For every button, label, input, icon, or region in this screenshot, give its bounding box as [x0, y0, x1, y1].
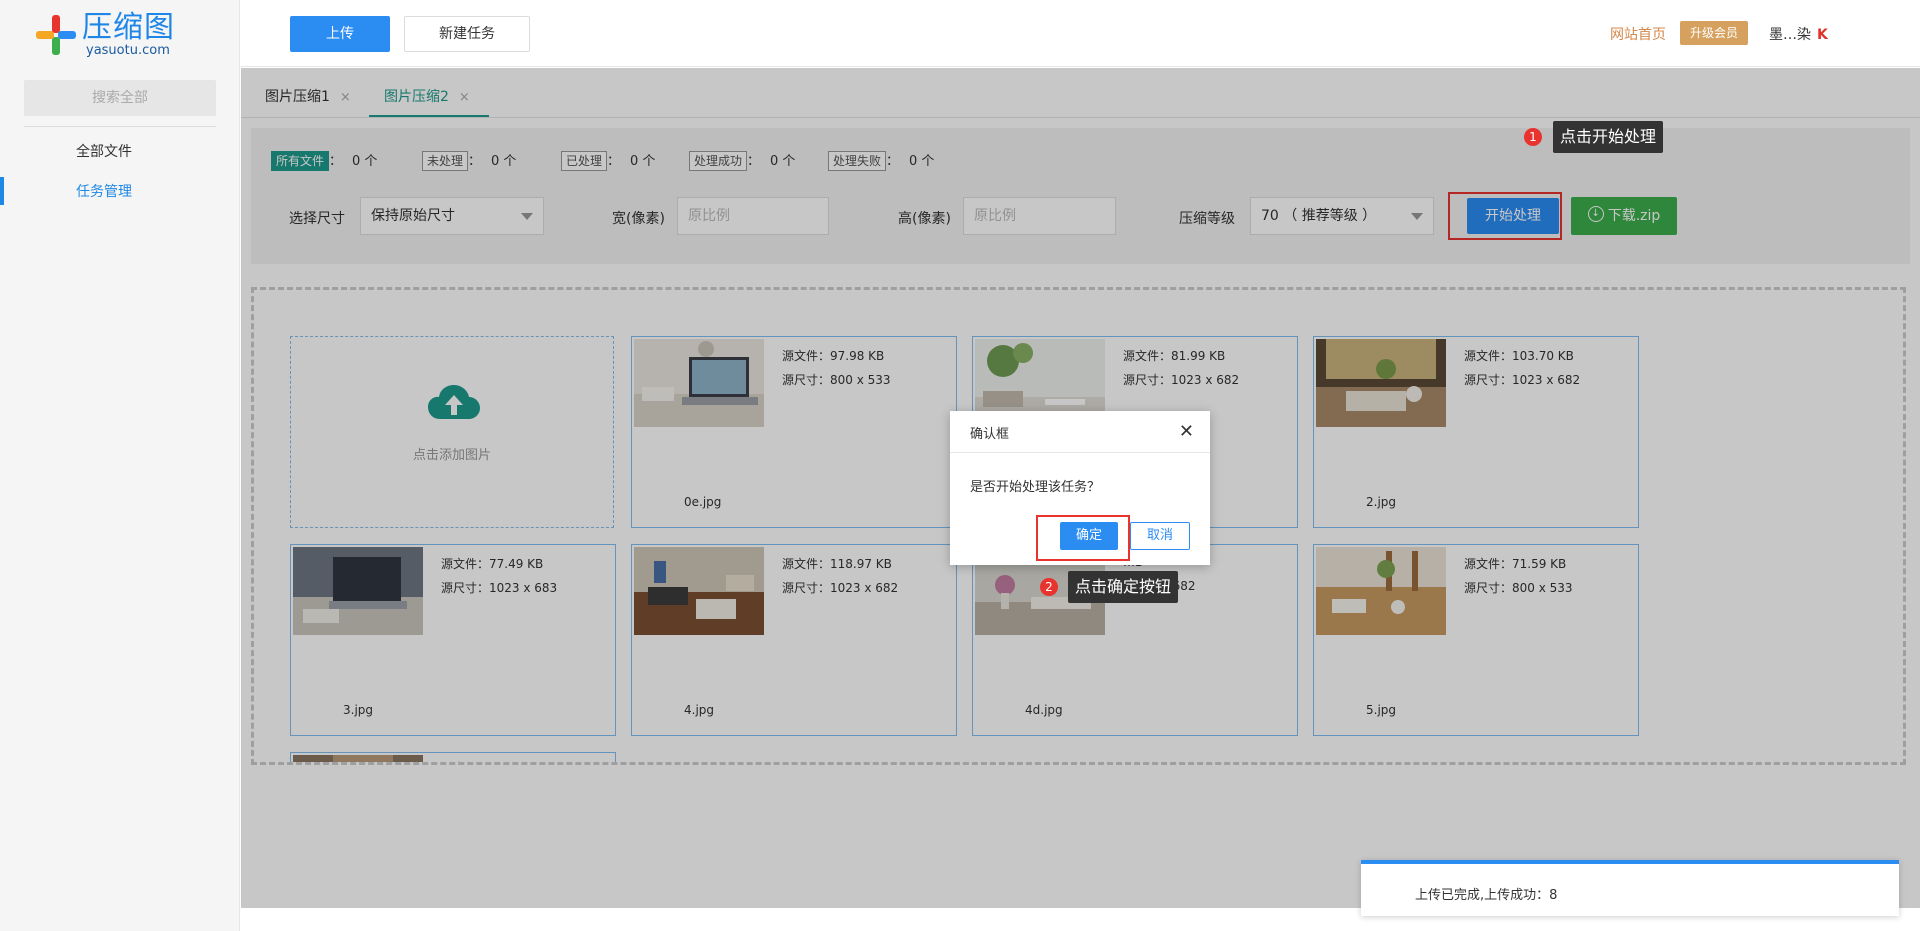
sidebar-divider: [24, 126, 216, 127]
step-badge-2: 2: [1040, 578, 1058, 596]
sidebar-search-input[interactable]: 搜索全部: [24, 80, 216, 116]
callout-start-processing: 点击开始处理: [1553, 121, 1664, 153]
new-task-button[interactable]: 新建任务: [404, 16, 530, 52]
logo-domain: yasuotu.com: [86, 43, 170, 58]
confirm-cancel-button[interactable]: 取消: [1130, 522, 1190, 550]
dialog-header: 确认框 ✕: [950, 411, 1210, 453]
dialog-title: 确认框: [970, 427, 1010, 442]
highlight-box-ok: [1036, 515, 1130, 561]
upgrade-vip-button[interactable]: 升级会员: [1680, 21, 1748, 45]
sidebar-item-task-management[interactable]: 任务管理: [76, 181, 132, 201]
user-mark-icon: K: [1817, 27, 1828, 43]
close-icon[interactable]: ✕: [1179, 421, 1194, 442]
toast-message: 上传已完成,上传成功：8: [1415, 888, 1558, 903]
sidebar-active-indicator: [0, 177, 4, 205]
logo[interactable]: 压缩图 yasuotu.com: [36, 12, 175, 58]
home-link[interactable]: 网站首页: [1610, 24, 1666, 44]
upload-button[interactable]: 上传: [290, 16, 390, 52]
callout-confirm: 点击确定按钮: [1068, 571, 1179, 603]
logo-title: 压缩图: [82, 10, 175, 45]
user-menu[interactable]: 墨…染 K: [1769, 24, 1828, 44]
user-name: 墨…染: [1769, 27, 1811, 43]
logo-cross-icon: [36, 15, 76, 55]
sidebar-item-all-files[interactable]: 全部文件: [76, 141, 132, 161]
topbar: 上传 新建任务 网站首页 升级会员 墨…染 K: [241, 0, 1920, 67]
sidebar: 压缩图 yasuotu.com 搜索全部 全部文件 任务管理: [0, 0, 240, 931]
upload-complete-toast: 上传已完成,上传成功：8: [1361, 860, 1899, 916]
step-badge-1: 1: [1524, 128, 1542, 146]
dialog-message: 是否开始处理该任务？: [970, 480, 1101, 495]
